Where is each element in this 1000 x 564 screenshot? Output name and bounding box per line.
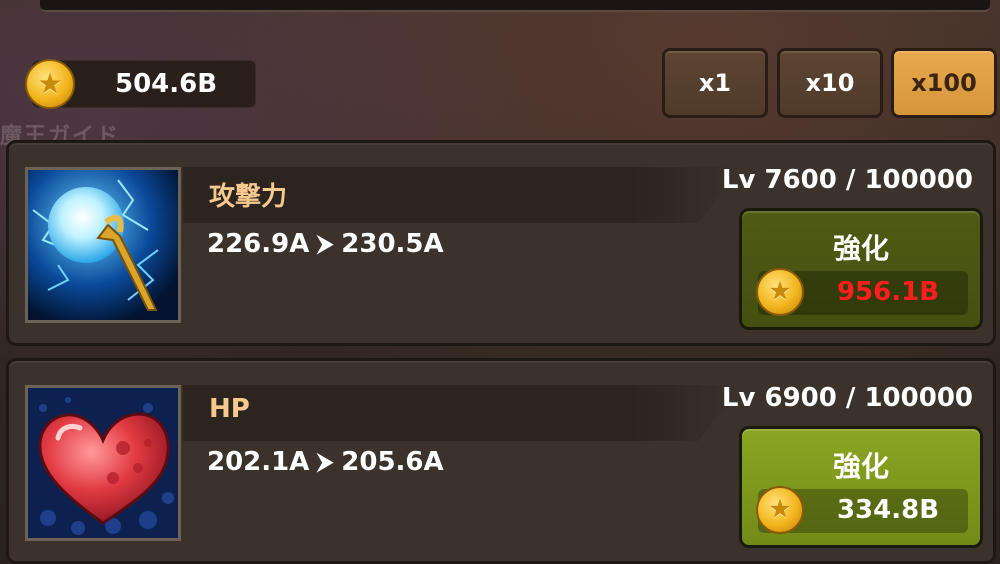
cost-value: 956.1B [836, 277, 940, 307]
stat-current-value: 226.9A [207, 229, 310, 259]
stat-name-band [183, 385, 743, 441]
stat-next-value: 230.5A [341, 229, 444, 259]
upgrade-button-label: 強化 [832, 232, 889, 265]
upgrade-cost: 334.8B [756, 486, 968, 534]
stat-value-change: 202.1A ⮞ 205.6A [207, 447, 444, 477]
upgrade-cost: 956.1B [756, 268, 968, 316]
arrow-right-icon: ⮞ [317, 231, 334, 257]
stat-name: 攻撃力 [209, 182, 288, 212]
gold-coin-icon [25, 59, 75, 109]
gold-balance: 504.6B [25, 59, 256, 109]
gold-amount: 504.6B [115, 69, 218, 99]
level-indicator: Lv 6900 / 100000 [721, 383, 973, 413]
stat-name: HP [209, 394, 250, 424]
multiplier-x100-button[interactable]: x100 [891, 48, 997, 118]
gold-coin-icon [756, 268, 804, 316]
upgrade-button[interactable]: 強化 334.8B [739, 426, 983, 548]
arrow-right-icon: ⮞ [317, 449, 334, 475]
stat-current-value: 202.1A [207, 447, 310, 477]
lightning-staff-icon [25, 167, 181, 323]
multiplier-x10-button[interactable]: x10 [777, 48, 883, 118]
upgrade-button-label: 強化 [832, 450, 889, 483]
top-bar [40, 0, 990, 12]
gold-coin-icon [756, 486, 804, 534]
upgrade-row-hp: HP 202.1A ⮞ 205.6A Lv 6900 / 100000 強化 3… [6, 358, 996, 564]
cost-value: 334.8B [836, 495, 940, 525]
stat-value-change: 226.9A ⮞ 230.5A [207, 229, 444, 259]
heart-icon [25, 385, 181, 541]
upgrade-row-attack: 攻撃力 226.9A ⮞ 230.5A Lv 7600 / 100000 強化 … [6, 140, 996, 346]
level-indicator: Lv 7600 / 100000 [721, 165, 973, 195]
stat-next-value: 205.6A [341, 447, 444, 477]
upgrade-button[interactable]: 強化 956.1B [739, 208, 983, 330]
multiplier-x1-button[interactable]: x1 [662, 48, 768, 118]
